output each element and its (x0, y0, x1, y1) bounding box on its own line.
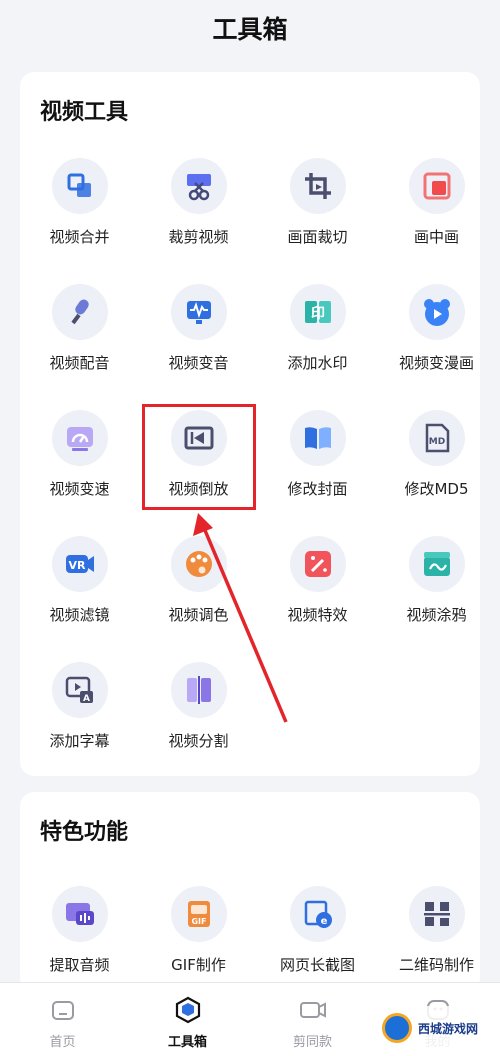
tool-item[interactable]: 视频调色 (139, 522, 258, 648)
tool-item[interactable]: MD 修改MD5 (377, 396, 496, 522)
scissors-film-icon (170, 158, 227, 214)
page-title: 工具箱 (212, 15, 288, 44)
tool-label: GIF制作 (171, 956, 226, 974)
tool-label: 画中画 (413, 228, 459, 246)
tool-item[interactable]: e 网页长截图 (258, 872, 377, 992)
book-cover-icon (289, 410, 346, 466)
tool-item[interactable]: 视频分割 (139, 648, 258, 774)
svg-text:VR: VR (68, 559, 86, 572)
tool-item[interactable]: 视频合并 (20, 144, 139, 270)
video-camera-icon (298, 995, 328, 1029)
tool-label: 提取音频 (49, 956, 110, 974)
vr-camera-icon: VR (51, 536, 108, 592)
tab-toolbox[interactable]: 工具箱 (125, 983, 250, 1056)
tool-item[interactable]: VR 视频滤镜 (20, 522, 139, 648)
home-icon (48, 995, 78, 1029)
extract-audio-icon (51, 886, 108, 942)
section-title-feature-tools: 特色功能 (40, 820, 129, 845)
tool-item[interactable]: GIF GIF制作 (139, 872, 258, 992)
tool-item[interactable]: 印添加水印 (258, 270, 377, 396)
microphone-icon (51, 284, 108, 340)
section-title-video-tools: 视频工具 (40, 100, 129, 125)
svg-text:MD: MD (428, 437, 444, 447)
watermark-logo-icon (382, 1013, 412, 1043)
tab-label: 剪同款 (292, 1035, 332, 1050)
tool-label: 视频配音 (49, 354, 110, 372)
tool-item[interactable]: A 添加字幕 (20, 648, 139, 774)
feature-tools-card: 特色功能 提取音频 GIF GIF制作 e 网页长截图 二维码制作 (20, 792, 480, 992)
merge-icon (51, 158, 108, 214)
tool-item[interactable]: 视频特效 (258, 522, 377, 648)
tool-label: 画面裁切 (287, 228, 348, 246)
tool-label: 添加水印 (287, 354, 348, 372)
md-file-icon: MD (408, 410, 465, 466)
tab-label: 工具箱 (167, 1035, 207, 1050)
reverse-play-icon (170, 410, 227, 466)
tool-item[interactable]: 裁剪视频 (139, 144, 258, 270)
qrcode-icon (408, 886, 465, 942)
tool-label: 视频特效 (287, 606, 348, 624)
tool-item[interactable]: 视频变速 (20, 396, 139, 522)
tool-label: 二维码制作 (398, 956, 474, 974)
tool-label: 视频分割 (168, 732, 229, 750)
tool-item[interactable]: 提取音频 (20, 872, 139, 992)
svg-text:A: A (83, 694, 90, 704)
tool-label: 视频调色 (168, 606, 229, 624)
tool-label: 视频变漫画 (398, 354, 474, 372)
web-screenshot-icon: e (289, 886, 346, 942)
picture-in-picture-icon (408, 158, 465, 214)
tool-item[interactable]: 视频配音 (20, 270, 139, 396)
watermark-icon: 印 (289, 284, 346, 340)
split-icon (170, 662, 227, 718)
svg-text:GIF: GIF (191, 917, 206, 926)
bear-play-icon (408, 284, 465, 340)
watermark-text: 西城游戏网 (418, 1021, 479, 1036)
tool-item[interactable]: 视频变漫画 (377, 270, 496, 396)
tab-label: 首页 (49, 1035, 76, 1050)
tab-video-camera[interactable]: 剪同款 (250, 983, 375, 1056)
palette-icon (170, 536, 227, 592)
tool-label: 视频变速 (49, 480, 110, 498)
tool-label: 视频合并 (49, 228, 110, 246)
tool-item[interactable]: 修改封面 (258, 396, 377, 522)
feature-tools-grid: 提取音频 GIF GIF制作 e 网页长截图 二维码制作 (20, 872, 480, 992)
video-tools-card: 视频工具 视频合并 裁剪视频 画面裁切 画中画 视频配音 视频变音印添加水印 视频变漫画 视频… (20, 72, 480, 776)
tab-home[interactable]: 首页 (0, 983, 125, 1056)
speedometer-icon (51, 410, 108, 466)
tool-item[interactable]: 画面裁切 (258, 144, 377, 270)
tool-label: 网页长截图 (279, 956, 355, 974)
tool-item[interactable]: 视频涂鸦 (377, 522, 496, 648)
tool-label: 视频变音 (168, 354, 229, 372)
tool-item[interactable]: 视频倒放 (139, 396, 258, 522)
gif-icon: GIF (170, 886, 227, 942)
toolbox-icon (173, 995, 203, 1029)
tool-item[interactable]: 视频变音 (139, 270, 258, 396)
tool-item[interactable]: 二维码制作 (377, 872, 480, 992)
video-tools-grid: 视频合并 裁剪视频 画面裁切 画中画 视频配音 视频变音印添加水印 视频变漫画 视频变速 视频倒… (20, 144, 480, 774)
tool-label: 修改MD5 (404, 480, 469, 498)
svg-text:印: 印 (311, 305, 325, 322)
tool-label: 视频滤镜 (49, 606, 110, 624)
tool-item[interactable]: 画中画 (377, 144, 496, 270)
crop-icon (289, 158, 346, 214)
subtitle-icon: A (51, 662, 108, 718)
clapper-doodle-icon (408, 536, 465, 592)
svg-text:e: e (320, 916, 327, 927)
tool-label: 视频倒放 (168, 480, 229, 498)
site-watermark: 西城游戏网 (376, 1006, 494, 1050)
voice-wave-icon (170, 284, 227, 340)
tool-label: 修改封面 (287, 480, 348, 498)
tool-label: 添加字幕 (49, 732, 110, 750)
tool-label: 视频涂鸦 (406, 606, 467, 624)
magic-wand-icon (289, 536, 346, 592)
tool-label: 裁剪视频 (168, 228, 229, 246)
